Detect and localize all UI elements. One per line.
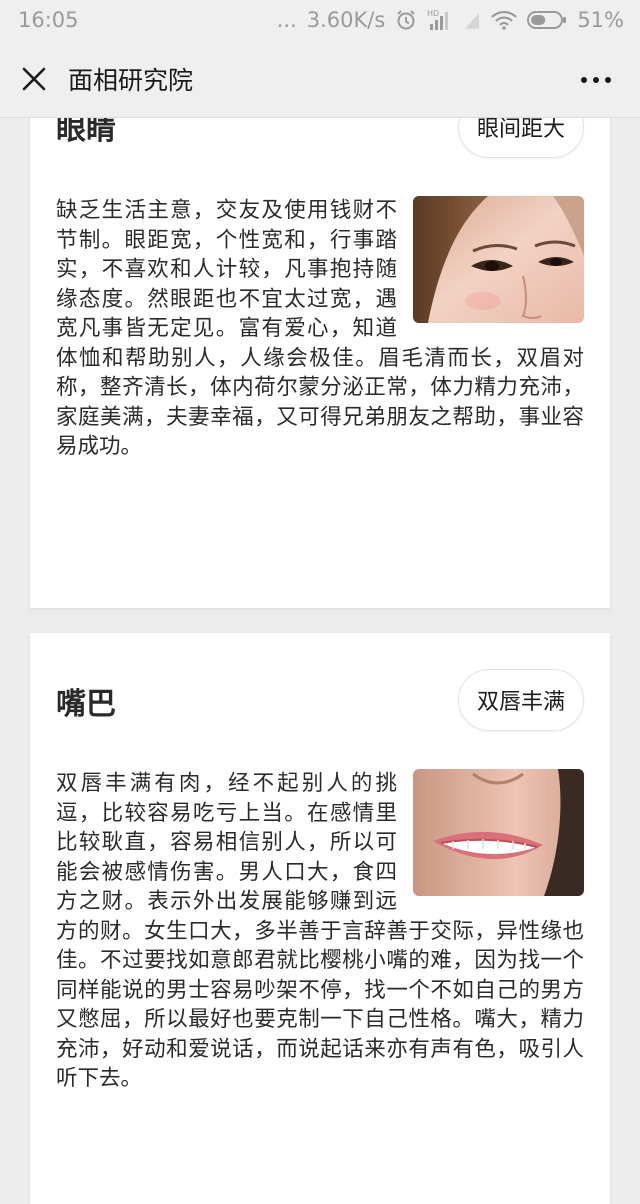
more-dot bbox=[605, 77, 611, 83]
status-bar: 16:05 ... 3.60K/s HD 51% bbox=[0, 0, 640, 40]
network-speed: 3.60K/s bbox=[306, 8, 386, 32]
card-body: 缺乏生活主意，交友及使用钱财不节制。眼距宽，个性宽和，行事踏实，不喜欢和人计较，… bbox=[56, 196, 584, 462]
status-dots: ... bbox=[276, 8, 297, 32]
card-body: 双唇丰满有肉，经不起别人的挑逗，比较容易吃亏上当。在感情里比较耿直，容易相信别人… bbox=[56, 769, 584, 1094]
hd-signal-icon: HD bbox=[427, 8, 453, 32]
article-content[interactable]: 眼睛 眼间距大 缺乏生活主意，交友及使用钱财不节制。眼距宽，个性宽和，行事踏实，… bbox=[0, 118, 640, 1204]
lips-photo bbox=[413, 769, 584, 896]
svg-text:HD: HD bbox=[427, 9, 439, 18]
more-icon[interactable] bbox=[574, 66, 618, 94]
battery-icon bbox=[527, 10, 567, 30]
page-title: 面相研究院 bbox=[68, 65, 194, 95]
more-dot bbox=[581, 77, 587, 83]
alarm-icon bbox=[395, 9, 417, 31]
more-dot bbox=[593, 77, 599, 83]
signal2-icon bbox=[463, 9, 481, 31]
wifi-icon bbox=[491, 10, 518, 30]
eyes-photo bbox=[413, 196, 584, 323]
tag-pill[interactable]: 眼间距大 bbox=[457, 118, 584, 158]
battery-percent: 51% bbox=[577, 8, 624, 32]
tag-pill[interactable]: 双唇丰满 bbox=[457, 669, 584, 731]
card-title: 嘴巴 bbox=[56, 687, 116, 722]
status-icons: ... 3.60K/s HD 51% bbox=[277, 8, 624, 32]
status-time: 16:05 bbox=[18, 8, 79, 32]
feature-card-mouth: 嘴巴 双唇丰满 双唇丰满有肉，经不起别人的挑逗，比较容易吃亏上当。在感情里比较耿… bbox=[30, 633, 610, 1204]
card-title: 眼睛 bbox=[56, 118, 116, 147]
feature-card-eyes: 眼睛 眼间距大 缺乏生活主意，交友及使用钱财不节制。眼距宽，个性宽和，行事踏实，… bbox=[30, 118, 610, 608]
battery-fill bbox=[531, 15, 546, 25]
nav-bar: 面相研究院 bbox=[0, 40, 640, 118]
close-icon[interactable] bbox=[2, 40, 66, 118]
